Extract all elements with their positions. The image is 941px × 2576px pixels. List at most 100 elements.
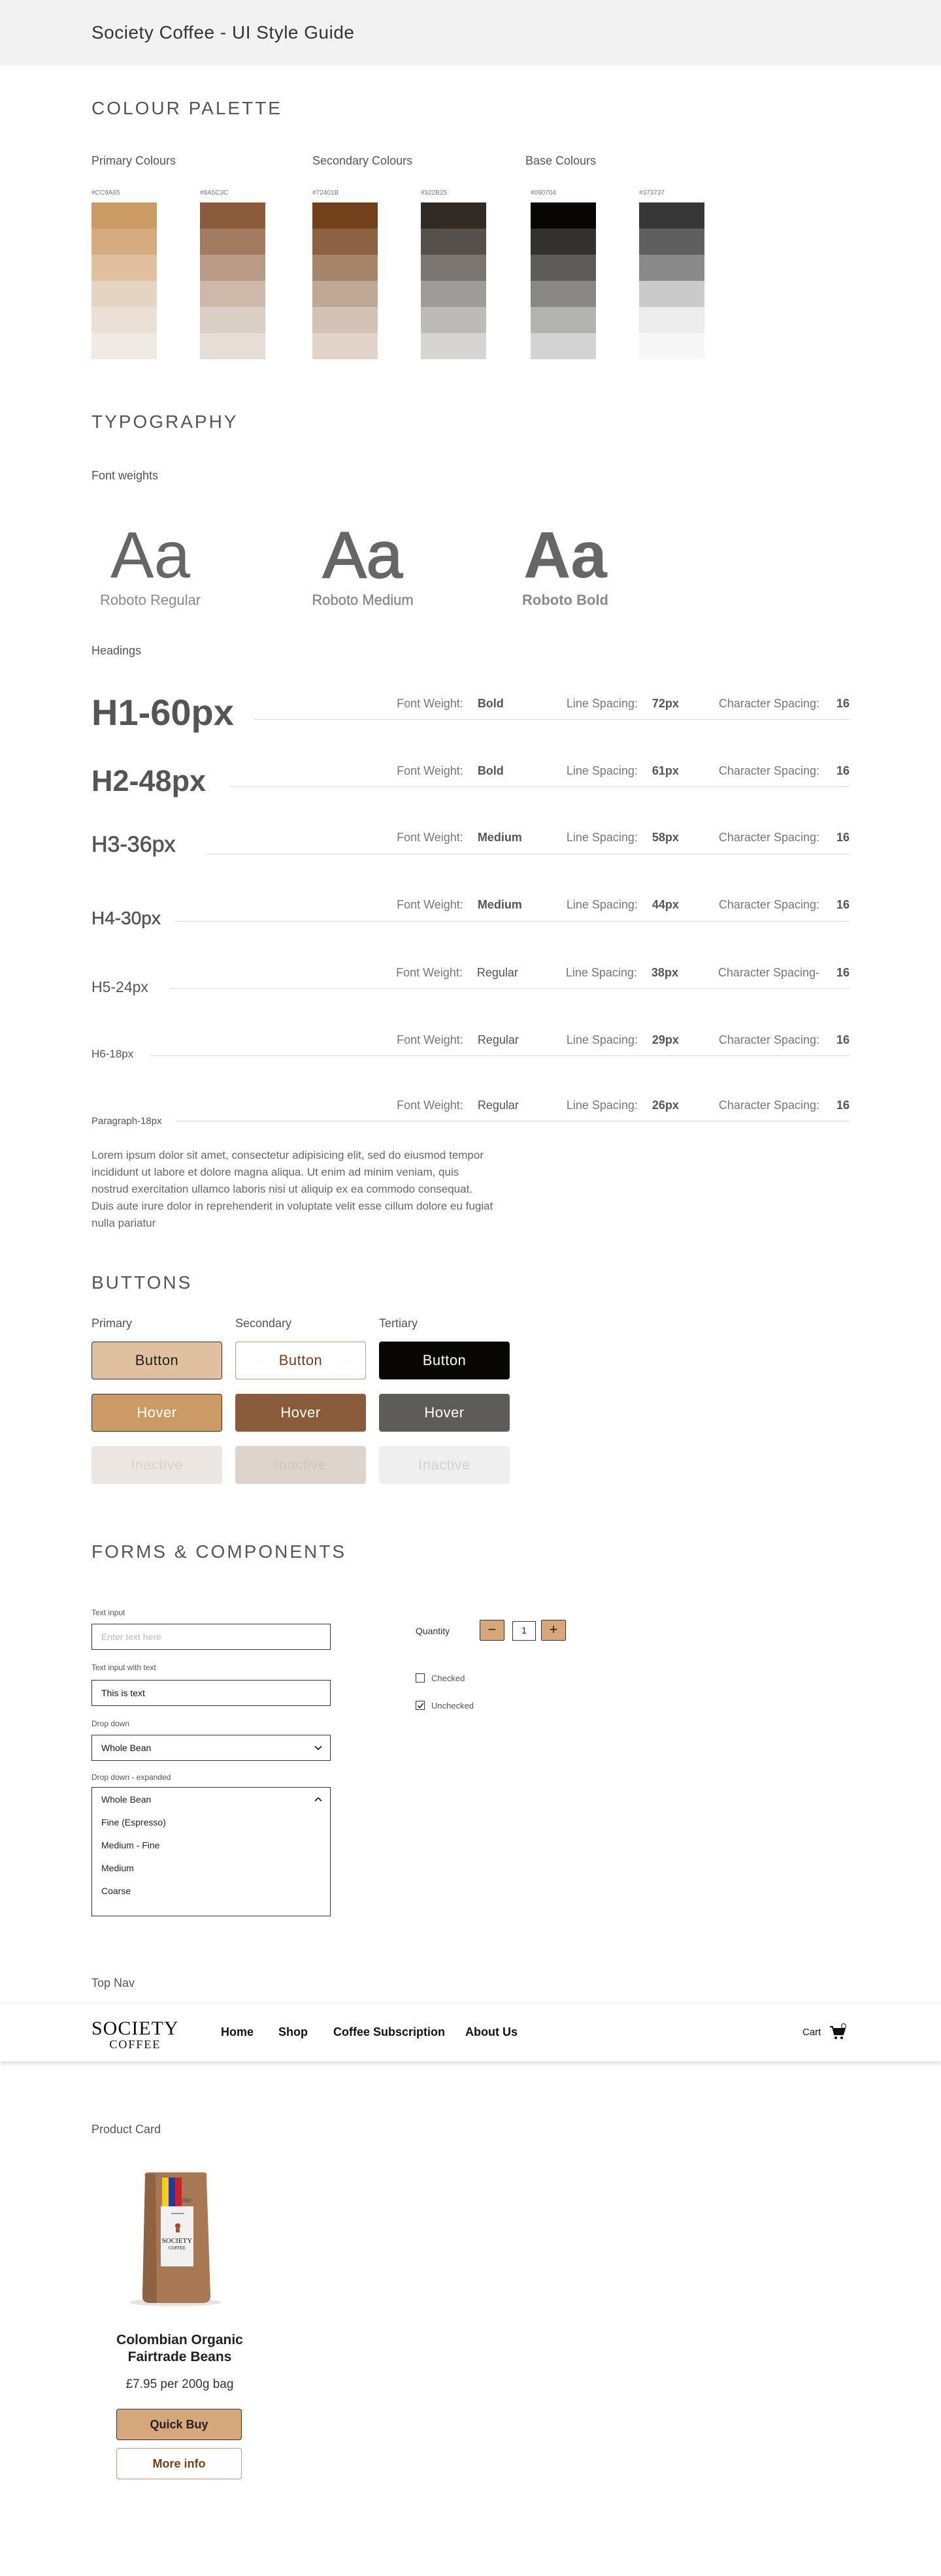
swatch-hex-label: #8A5C3C: [200, 189, 229, 197]
secondary-button-hover[interactable]: Hover: [235, 1394, 366, 1432]
brand-logo[interactable]: SOCIETY COFFEE: [91, 2019, 179, 2051]
line-spacing-key: Line Spacing:: [566, 1033, 638, 1046]
checkbox-empty[interactable]: [416, 1673, 425, 1682]
colour-swatch: [312, 333, 378, 359]
colour-swatch: [200, 229, 265, 255]
heading-row-h6: H6-18px Font Weight: Regular Line Spacing…: [91, 1032, 850, 1071]
char-spacing-key: Character Spacing:: [718, 764, 819, 777]
colour-swatch: [639, 281, 704, 307]
heading-meta: Font Weight: Regular Line Spacing: 26px Ch…: [397, 1099, 850, 1112]
colour-swatch: [91, 202, 157, 229]
cart-label[interactable]: Cart: [802, 2027, 821, 2038]
primary-button-hover[interactable]: Hover: [91, 1394, 222, 1432]
font-sample-caption: Roboto Medium: [312, 592, 414, 608]
heading-row-h2: H2-48px Font Weight: Bold Line Spacing: 61…: [91, 760, 850, 799]
line-spacing-value: 72px: [652, 697, 679, 710]
colour-swatch: [91, 307, 157, 333]
char-spacing-value: 16: [836, 1033, 850, 1046]
heading-meta: Font Weight: Regular Line Spacing: 29px Ch…: [397, 1033, 850, 1047]
quantity-increment-button[interactable]: +: [541, 1620, 566, 1641]
char-spacing-value: 16: [836, 764, 850, 777]
colour-swatch: [531, 229, 596, 255]
colour-swatch: [421, 333, 486, 359]
checkbox-checked[interactable]: [416, 1701, 425, 1710]
nav-link-coffee-subscription[interactable]: Coffee Subscription: [333, 2025, 445, 2039]
char-spacing-value: 16: [836, 1099, 850, 1112]
colour-swatch: [312, 255, 378, 281]
heading-sample: H3-36px: [91, 832, 176, 858]
product-name[interactable]: Colombian Organic Fairtrade Beans: [91, 2332, 268, 2366]
line-spacing-value: 29px: [652, 1033, 679, 1046]
coffee-bag-image[interactable]: SOCIETY COFFEE: [98, 2168, 255, 2312]
char-spacing-value: 16: [836, 697, 850, 710]
font-weight-value: Regular: [477, 1033, 519, 1046]
checkbox-label: Unchecked: [431, 1701, 474, 1711]
font-weight-key: Font Weight:: [397, 831, 463, 844]
line-spacing-key: Line Spacing:: [566, 764, 638, 777]
heading-row-paragraph: Paragraph-18px Font Weight: Regular Line …: [91, 1097, 850, 1130]
more-info-button[interactable]: More info: [116, 2448, 242, 2479]
secondary-button[interactable]: Button: [235, 1342, 366, 1379]
font-sample-caption: Roboto Regular: [99, 592, 201, 608]
line-spacing-key: Line Spacing:: [566, 898, 638, 911]
dropdown-value: Whole Bean: [101, 1743, 152, 1753]
heading-meta: Font Weight: Medium Line Spacing: 58px Cha…: [397, 831, 850, 845]
colour-swatch: [91, 255, 157, 281]
colour-swatch: [531, 281, 596, 307]
colour-swatch: [421, 229, 486, 255]
heading-sample: H2-48px: [91, 764, 206, 797]
secondary-button-inactive: Inactive: [235, 1446, 366, 1484]
nav-link-home[interactable]: Home: [221, 2025, 254, 2039]
check-icon: [417, 1703, 424, 1709]
font-sample-bold: Aa Roboto Bold: [516, 523, 614, 609]
dropdown-expanded[interactable]: Whole Bean Fine (Espresso) Medium - Fine…: [91, 1787, 331, 1916]
nav-link-about-us[interactable]: About Us: [465, 2025, 518, 2039]
heading-row-h4: H4-30px Font Weight: Medium Line Spacing:…: [91, 896, 850, 935]
colour-swatch: [91, 333, 157, 359]
quantity-input[interactable]: 1: [512, 1621, 536, 1641]
line-spacing-key: Line Spacing:: [566, 697, 638, 710]
colour-swatch: [531, 255, 596, 281]
colour-swatch: [639, 229, 704, 255]
page-header: Society Coffee - UI Style Guide: [0, 0, 941, 65]
dropdown-option[interactable]: Fine (Espresso): [101, 1817, 166, 1827]
heading-row-h5: H5-24px Font Weight: Regular Line Spacing…: [91, 964, 850, 1003]
colour-swatch: [312, 281, 378, 307]
text-input-empty[interactable]: Enter text here: [91, 1624, 331, 1650]
quick-buy-button[interactable]: Quick Buy: [116, 2409, 242, 2440]
colour-swatch: [639, 307, 704, 333]
quantity-decrement-button[interactable]: −: [480, 1620, 504, 1641]
colour-swatch: [200, 281, 265, 307]
primary-button[interactable]: Button: [91, 1342, 222, 1379]
heading-sample: Paragraph-18px: [91, 1116, 162, 1127]
text-input-filled[interactable]: This is text: [91, 1680, 331, 1706]
checkbox-label: Checked: [431, 1673, 465, 1683]
dropdown-select[interactable]: Whole Bean: [91, 1735, 331, 1761]
tertiary-button-hover[interactable]: Hover: [379, 1394, 510, 1432]
tertiary-button[interactable]: Button: [379, 1342, 510, 1379]
line-spacing-key: Line Spacing:: [566, 1099, 638, 1112]
swatch-column: #322B25: [421, 189, 486, 359]
cart-icon[interactable]: [829, 2023, 847, 2041]
dropdown-option[interactable]: Whole Bean: [101, 1794, 151, 1805]
colour-swatch: [421, 202, 486, 229]
chevron-up-icon[interactable]: [314, 1795, 322, 1803]
swatch-column: #CC9A65: [91, 189, 157, 359]
font-weight-value: Bold: [477, 697, 504, 710]
paragraph-sample: Lorem ipsum dolor sit amet, consectetur …: [91, 1149, 493, 1229]
font-sample-caption: Roboto Bold: [522, 592, 608, 608]
line-spacing-value: 44px: [652, 898, 679, 911]
line-spacing-key: Line Spacing:: [566, 831, 638, 844]
heading-meta: Font Weight: Bold Line Spacing: 61px Chara…: [397, 764, 850, 778]
dropdown-option[interactable]: Coarse: [101, 1886, 131, 1896]
colour-swatch: [200, 255, 265, 281]
swatch-hex-label: #373737: [639, 189, 665, 197]
font-sample-glyph: Aa: [322, 519, 403, 592]
font-weight-key: Font Weight:: [397, 898, 463, 911]
dropdown-option[interactable]: Medium - Fine: [101, 1840, 159, 1850]
heading-row-h3: H3-36px Font Weight: Medium Line Spacing:…: [91, 828, 850, 867]
dropdown-option[interactable]: Medium: [101, 1863, 134, 1873]
colour-swatch: [200, 333, 265, 359]
nav-link-shop[interactable]: Shop: [278, 2025, 308, 2039]
text-input-with-text-label: Text input with text: [91, 1663, 156, 1672]
